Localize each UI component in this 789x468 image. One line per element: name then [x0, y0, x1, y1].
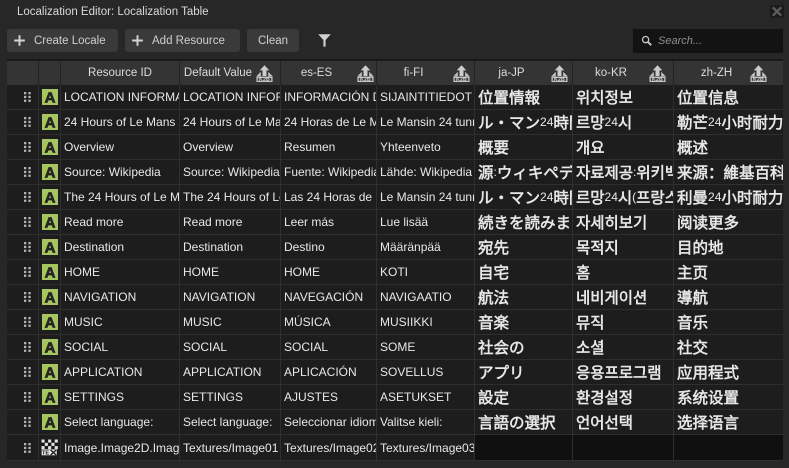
svg-text:A: A	[44, 90, 55, 105]
svg-text:A: A	[44, 365, 55, 380]
svg-text:K2B: K2B	[259, 77, 270, 82]
svg-text:A: A	[44, 340, 55, 355]
svg-text:A: A	[44, 115, 55, 130]
svg-text:A: A	[44, 265, 55, 280]
svg-text:TE: TE	[42, 451, 49, 457]
svg-text:K2B: K2B	[360, 77, 371, 82]
svg-text:K2B: K2B	[456, 77, 467, 82]
svg-text:K2B: K2B	[753, 77, 764, 82]
svg-text:A: A	[44, 315, 55, 330]
svg-text:K2B: K2B	[554, 77, 565, 82]
svg-text:A: A	[44, 240, 55, 255]
svg-text:A: A	[44, 215, 55, 230]
svg-text:A: A	[44, 290, 55, 305]
svg-text:A: A	[44, 390, 55, 405]
svg-text:A: A	[44, 165, 55, 180]
svg-text:A: A	[44, 190, 55, 205]
svg-text:A: A	[44, 415, 55, 430]
svg-text:K2B: K2B	[652, 77, 663, 82]
svg-text:A: A	[44, 140, 55, 155]
